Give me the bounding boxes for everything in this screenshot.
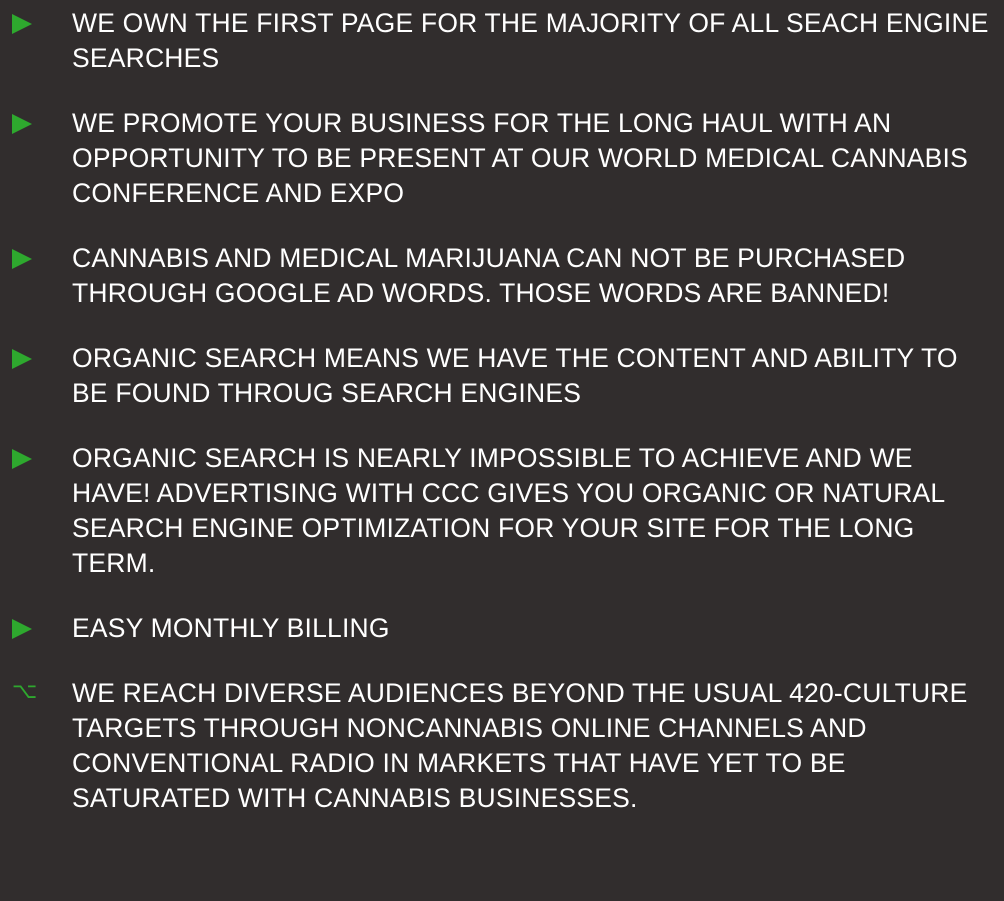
triangle-bullet-icon bbox=[12, 449, 32, 469]
option-key-bullet-icon: ⌥ bbox=[12, 678, 38, 703]
bullet-text: ORGANIC SEARCH MEANS WE HAVE THE CONTENT… bbox=[72, 343, 958, 408]
bullet-item: ORGANIC SEARCH IS NEARLY IMPOSSIBLE TO A… bbox=[0, 441, 1004, 581]
slide-page: WE OWN THE FIRST PAGE FOR THE MAJORITY O… bbox=[0, 0, 1004, 901]
bullet-item: CANNABIS AND MEDICAL MARIJUANA CAN NOT B… bbox=[0, 241, 1004, 311]
triangle-bullet-icon bbox=[12, 249, 32, 269]
bullet-text: WE OWN THE FIRST PAGE FOR THE MAJORITY O… bbox=[72, 8, 989, 73]
bullet-item: ORGANIC SEARCH MEANS WE HAVE THE CONTENT… bbox=[0, 341, 1004, 411]
bullet-item: ⌥ WE REACH DIVERSE AUDIENCES BEYOND THE … bbox=[0, 676, 1004, 816]
triangle-bullet-icon bbox=[12, 14, 32, 34]
bullet-item: WE PROMOTE YOUR BUSINESS FOR THE LONG HA… bbox=[0, 106, 1004, 211]
bullet-text: WE REACH DIVERSE AUDIENCES BEYOND THE US… bbox=[72, 678, 968, 813]
triangle-bullet-icon bbox=[12, 349, 32, 369]
bullet-text: WE PROMOTE YOUR BUSINESS FOR THE LONG HA… bbox=[72, 108, 968, 208]
bullet-text: EASY MONTHLY BILLING bbox=[72, 613, 390, 643]
bullet-item: EASY MONTHLY BILLING bbox=[0, 611, 1004, 646]
triangle-bullet-icon bbox=[12, 114, 32, 134]
bullet-item: WE OWN THE FIRST PAGE FOR THE MAJORITY O… bbox=[0, 6, 1004, 76]
bullet-text: CANNABIS AND MEDICAL MARIJUANA CAN NOT B… bbox=[72, 243, 906, 308]
triangle-bullet-icon bbox=[12, 619, 32, 639]
bullet-list: WE OWN THE FIRST PAGE FOR THE MAJORITY O… bbox=[0, 6, 1004, 816]
bullet-text: ORGANIC SEARCH IS NEARLY IMPOSSIBLE TO A… bbox=[72, 443, 945, 578]
